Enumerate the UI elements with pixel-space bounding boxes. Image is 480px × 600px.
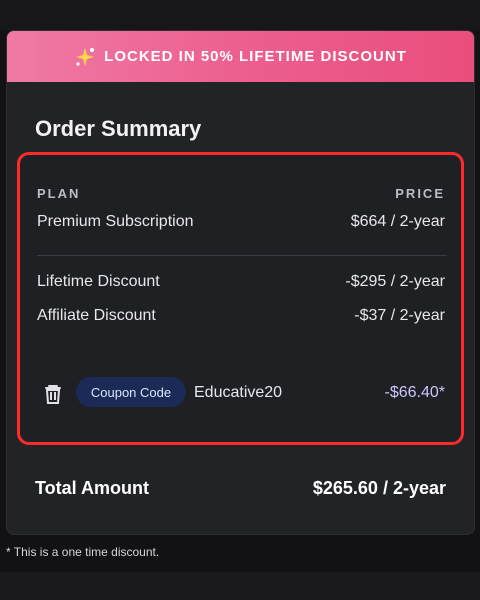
bottom-strip <box>0 572 480 600</box>
affiliate-discount-label: Affiliate Discount <box>37 307 156 324</box>
order-summary-title: Order Summary <box>35 116 202 141</box>
banner-text: LOCKED IN 50% LIFETIME DISCOUNT <box>104 48 407 65</box>
coupon-amount: -$66.40* <box>384 384 446 401</box>
order-summary-box: PLAN PRICE Premium Subscription $664 / 2… <box>17 152 464 445</box>
sparkle-icon <box>74 46 96 68</box>
discount-banner: LOCKED IN 50% LIFETIME DISCOUNT <box>7 31 474 82</box>
top-strip <box>0 0 480 30</box>
divider <box>37 255 447 256</box>
order-card: LOCKED IN 50% LIFETIME DISCOUNT Order Su… <box>6 30 475 535</box>
total-value: $265.60 / 2-year <box>312 478 446 498</box>
footnote: * This is a one time discount. <box>6 545 160 559</box>
total-row: Total Amount $265.60 / 2-year <box>35 478 446 499</box>
lifetime-discount-price: -$295 / 2-year <box>345 273 445 290</box>
trash-icon[interactable] <box>44 384 62 404</box>
lifetime-discount-label: Lifetime Discount <box>37 273 160 290</box>
plan-item-price: $664 / 2-year <box>350 213 445 230</box>
coupon-code-value: Educative20 <box>194 384 283 401</box>
affiliate-discount-price: -$37 / 2-year <box>354 307 445 324</box>
total-label: Total Amount <box>35 478 149 498</box>
coupon-code-badge: Coupon Code <box>76 377 186 407</box>
plan-column-header: PLAN <box>37 186 81 201</box>
plan-item-label: Premium Subscription <box>37 213 194 230</box>
coupon-badge-text: Coupon Code <box>90 384 172 400</box>
price-column-header: PRICE <box>395 186 445 201</box>
